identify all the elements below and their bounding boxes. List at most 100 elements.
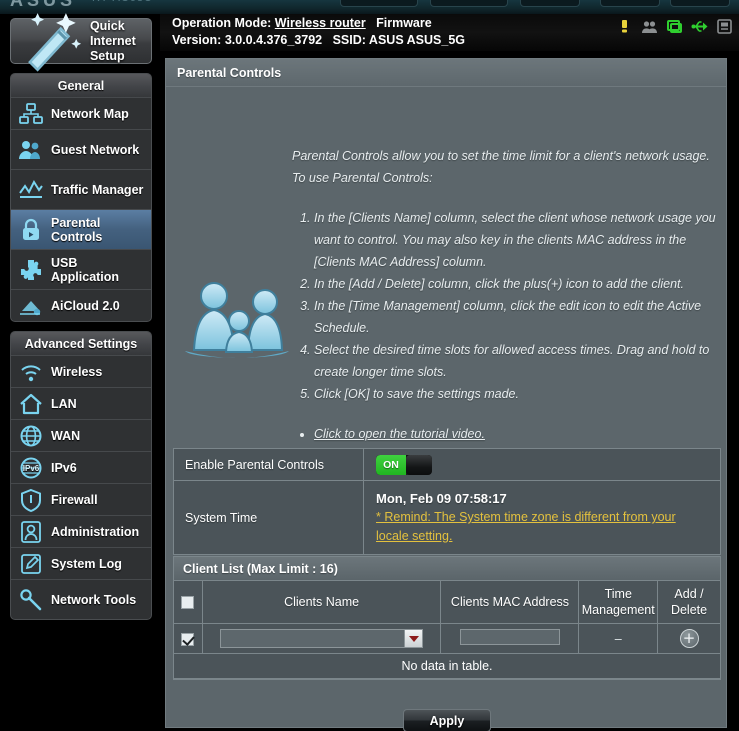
sidebar-item-label: Administration [51, 524, 140, 539]
tutorial-video-link[interactable]: Click to open the tutorial video. [314, 427, 485, 441]
sidebar-item-label: AiCloud 2.0 [51, 298, 120, 313]
sidebar-item-label: Guest Network [51, 142, 140, 157]
sidebar-item-wireless[interactable]: Wireless [11, 355, 151, 387]
ipv6-globe-icon: IPv6 [20, 457, 42, 478]
time-management-value: – [614, 631, 622, 646]
chevron-down-icon[interactable] [404, 629, 424, 648]
sidebar-item-quick-internet-setup[interactable]: Quick Internet Setup [10, 12, 152, 72]
header-tab-1[interactable] [340, 0, 418, 7]
puzzle-icon [21, 259, 41, 280]
operation-mode-bar: Operation Mode: Wireless router Firmware… [160, 14, 739, 51]
shield-icon [21, 488, 41, 512]
sidebar-item-administration[interactable]: Administration [11, 515, 151, 547]
apply-button[interactable]: Apply [403, 709, 491, 731]
row-client-name-cell [202, 623, 442, 654]
sidebar-group-general: General Network Map Guest Network Traffi… [10, 73, 152, 322]
sidebar-item-aicloud[interactable]: AiCloud 2.0 [11, 289, 151, 321]
router-admin-page: ASUS RT-AC68U Quick Internet Setup Gener… [0, 0, 739, 731]
sidebar-item-label: Parental Controls [51, 215, 103, 244]
sidebar-item-usb-application[interactable]: USB Application [11, 249, 151, 289]
firmware-version-value: 3.0.0.4.376_3792 [224, 33, 323, 47]
client-mac-input[interactable] [459, 629, 560, 645]
system-time-value: Mon, Feb 09 07:58:17 [376, 491, 507, 506]
header-tab-2[interactable] [430, 0, 508, 7]
plus-circle-icon[interactable]: + [679, 629, 699, 648]
guest-network-icon [19, 140, 40, 159]
sidebar-item-guest-network[interactable]: Guest Network [11, 129, 151, 169]
cloud-icon [20, 300, 41, 315]
sidebar-item-label: Network Map [51, 106, 129, 121]
toggle-knob [406, 454, 432, 475]
page-title: Parental Controls [166, 59, 726, 87]
th-select-all [174, 581, 203, 624]
quick-internet-setup-label: Quick Internet Setup [89, 18, 136, 63]
toggle-on-label: ON [376, 454, 406, 475]
intro-line-2: To use Parental Controls: [292, 171, 433, 185]
step-item: Click [OK] to save the settings made. [314, 383, 716, 405]
system-time-row: System Time Mon, Feb 09 07:58:17 * Remin… [174, 481, 720, 554]
sidebar-item-parental-controls[interactable]: Parental Controls [11, 209, 151, 249]
status-icon-tray [616, 18, 733, 35]
tutorial-list-item: Click to open the tutorial video. [314, 423, 716, 445]
row-time-management-cell: – [578, 623, 659, 654]
header-tab-5[interactable] [670, 0, 730, 7]
step-item: In the [Time Management] column, click t… [314, 295, 716, 339]
globe-icon [20, 425, 42, 446]
firmware-line: Version: 3.0.0.4.376_3792 SSID: ASUS ASU… [172, 33, 465, 47]
footer-actions: Apply [166, 709, 728, 731]
sidebar-item-ipv6[interactable]: IPv6 IPv6 [11, 451, 151, 483]
th-time-management: Time Management [578, 581, 659, 624]
th-add-delete: Add / Delete [657, 581, 720, 624]
operation-mode-value[interactable]: Wireless router [275, 16, 366, 30]
usb-icon[interactable] [691, 18, 708, 35]
wifi-icon [21, 364, 41, 381]
sidebar-item-network-tools[interactable]: Network Tools [11, 579, 151, 619]
client-list-table: Clients Name Clients MAC Address Time Ma… [174, 581, 720, 679]
clients-group-icon[interactable] [641, 18, 658, 35]
sidebar-item-firewall[interactable]: Firewall [11, 483, 151, 515]
traffic-manager-icon [19, 179, 43, 198]
sidebar-item-label: System Log [51, 556, 122, 571]
sidebar-item-traffic-manager[interactable]: Traffic Manager [11, 169, 151, 209]
row-add-delete-cell: + [657, 623, 720, 654]
sidebar: Quick Internet Setup General Network Map [0, 12, 160, 731]
settings-table: Enable Parental Controls ON System Time … [173, 448, 721, 555]
ssid-label: SSID: [332, 33, 366, 47]
firmware-version-label: Version: [172, 33, 222, 47]
header-tab-4[interactable] [600, 0, 660, 7]
table-header-row: Clients Name Clients MAC Address Time Ma… [174, 581, 720, 624]
table-empty-row: No data in table. [174, 653, 720, 679]
printer-icon[interactable] [716, 18, 733, 35]
system-time-label: System Time [174, 481, 364, 554]
client-name-select[interactable] [220, 629, 424, 648]
header-tab-3[interactable] [520, 0, 580, 7]
select-all-checkbox[interactable] [181, 596, 195, 610]
sidebar-item-label: Traffic Manager [51, 182, 144, 197]
sidebar-item-label: WAN [51, 428, 81, 443]
ssid-value: ASUS ASUS_5G [368, 33, 466, 47]
sidebar-item-label: LAN [51, 396, 77, 411]
sidebar-item-system-log[interactable]: System Log [11, 547, 151, 579]
sidebar-item-wan[interactable]: WAN [11, 419, 151, 451]
sidebar-item-label: Wireless [51, 364, 103, 379]
client-list-section: Client List (Max Limit : 16) Clients Nam… [173, 556, 721, 680]
operation-mode-label: Operation Mode: [172, 16, 272, 30]
step-item: In the [Add / Delete] column, click the … [314, 273, 716, 295]
lock-icon [23, 218, 39, 240]
row-checkbox[interactable] [181, 632, 195, 646]
home-icon [20, 393, 42, 414]
sidebar-item-network-map[interactable]: Network Map [11, 97, 151, 129]
row-select-cell [174, 623, 203, 654]
content-panel: Parental Controls Parental Controls allo… [165, 58, 728, 731]
client-name-input[interactable] [220, 629, 405, 648]
system-time-warning[interactable]: * Remind: The System time zone is differ… [376, 508, 710, 546]
enable-parental-controls-toggle[interactable]: ON [376, 454, 432, 475]
brand-header-strip: ASUS RT-AC68U [0, 0, 739, 14]
sidebar-item-lan[interactable]: LAN [11, 387, 151, 419]
sidebar-item-label: Network Tools [51, 592, 137, 607]
firmware-label: Firmware [376, 16, 432, 30]
th-clients-name: Clients Name [202, 581, 442, 624]
steps-list: In the [Clients Name] column, select the… [292, 207, 716, 405]
monitor-icon[interactable] [666, 18, 683, 35]
alert-icon[interactable] [616, 18, 633, 35]
